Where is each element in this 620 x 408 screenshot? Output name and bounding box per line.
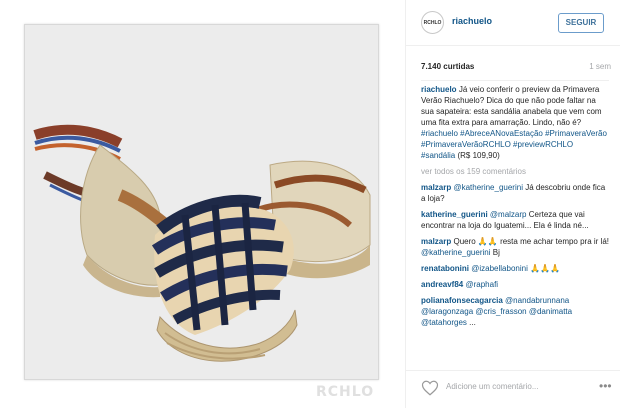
avatar-logo-text: RCHLO <box>423 19 442 26</box>
comment-tail: Bj <box>492 248 500 257</box>
comments-list: riachuelo Já veio conferir o preview da … <box>421 84 609 370</box>
hashtag[interactable]: #riachuelo <box>421 129 458 138</box>
post-sidebar: RCHLO riachuelo SEGUIR 7.140 curtidas 1 … <box>405 0 620 408</box>
comment-mention[interactable]: @raphafi <box>465 280 498 289</box>
comment-username[interactable]: polianafonsecagarcia <box>421 296 503 305</box>
comment-item: malzarp @katherine_guerini Já descobriu … <box>421 182 609 204</box>
heart-icon[interactable] <box>421 379 439 397</box>
comment-item: andreavf84 @raphafi <box>421 279 609 290</box>
comment-text: ... <box>469 318 476 327</box>
hashtag[interactable]: #previewRCHLO <box>513 140 573 149</box>
divider <box>421 80 609 81</box>
likes-count[interactable]: 7.140 curtidas <box>421 62 474 71</box>
comment-item: polianafonsecagarcia @nandabrunnana @lar… <box>421 295 609 328</box>
more-options-icon[interactable]: ••• <box>599 379 612 393</box>
follow-button[interactable]: SEGUIR <box>558 13 604 33</box>
comment-username[interactable]: malzarp <box>421 183 451 192</box>
sandals-image <box>33 124 371 362</box>
comment-username[interactable]: andreavf84 <box>421 280 463 289</box>
comment-item: malzarp Quero 🙏🙏 resta me achar tempo pr… <box>421 236 609 258</box>
avatar[interactable]: RCHLO <box>421 11 444 34</box>
comment-item: katherine_guerini @malzarp Certeza que v… <box>421 209 609 231</box>
comment-username[interactable]: malzarp <box>421 237 451 246</box>
hashtag[interactable]: #AbreceANovaEstação <box>460 129 543 138</box>
comment-text: 🙏🙏🙏 <box>530 264 560 273</box>
comment-username[interactable]: renatabonini <box>421 264 469 273</box>
post-time[interactable]: 1 sem <box>589 62 611 71</box>
post-footer: Adicione um comentário... ••• <box>406 370 620 408</box>
post-meta: 7.140 curtidas 1 sem <box>421 62 611 76</box>
post-header: RCHLO riachuelo SEGUIR <box>406 0 620 46</box>
comment-mention[interactable]: @izabellabonini <box>471 264 528 273</box>
caption: riachuelo Já veio conferir o preview da … <box>421 84 609 161</box>
caption-username[interactable]: riachuelo <box>421 85 457 94</box>
username-link[interactable]: riachuelo <box>452 16 492 26</box>
hashtag[interactable]: #PrimaveraVerãoRCHLO <box>421 140 511 149</box>
view-all-comments-link[interactable]: ver todos os 159 comentários <box>421 166 609 177</box>
post-photo-pane: RCHLO <box>0 0 405 408</box>
hashtag[interactable]: #sandália <box>421 151 455 160</box>
add-comment-input[interactable]: Adicione um comentário... <box>446 382 539 391</box>
comment-text: Quero 🙏🙏 resta me achar tempo pra ir lá! <box>453 237 609 246</box>
comment-username[interactable]: katherine_guerini <box>421 210 488 219</box>
hashtag[interactable]: #PrimaveraVerão <box>545 129 607 138</box>
post-photo[interactable] <box>24 24 379 380</box>
comment-item: renatabonini @izabellabonini 🙏🙏🙏 <box>421 263 609 274</box>
comment-mention[interactable]: @katherine_guerini <box>453 183 523 192</box>
photo-watermark: RCHLO <box>316 384 375 400</box>
comment-mention[interactable]: @katherine_guerini <box>421 248 491 257</box>
caption-price: (R$ 109,90) <box>457 151 500 160</box>
comment-mention[interactable]: @malzarp <box>490 210 527 219</box>
